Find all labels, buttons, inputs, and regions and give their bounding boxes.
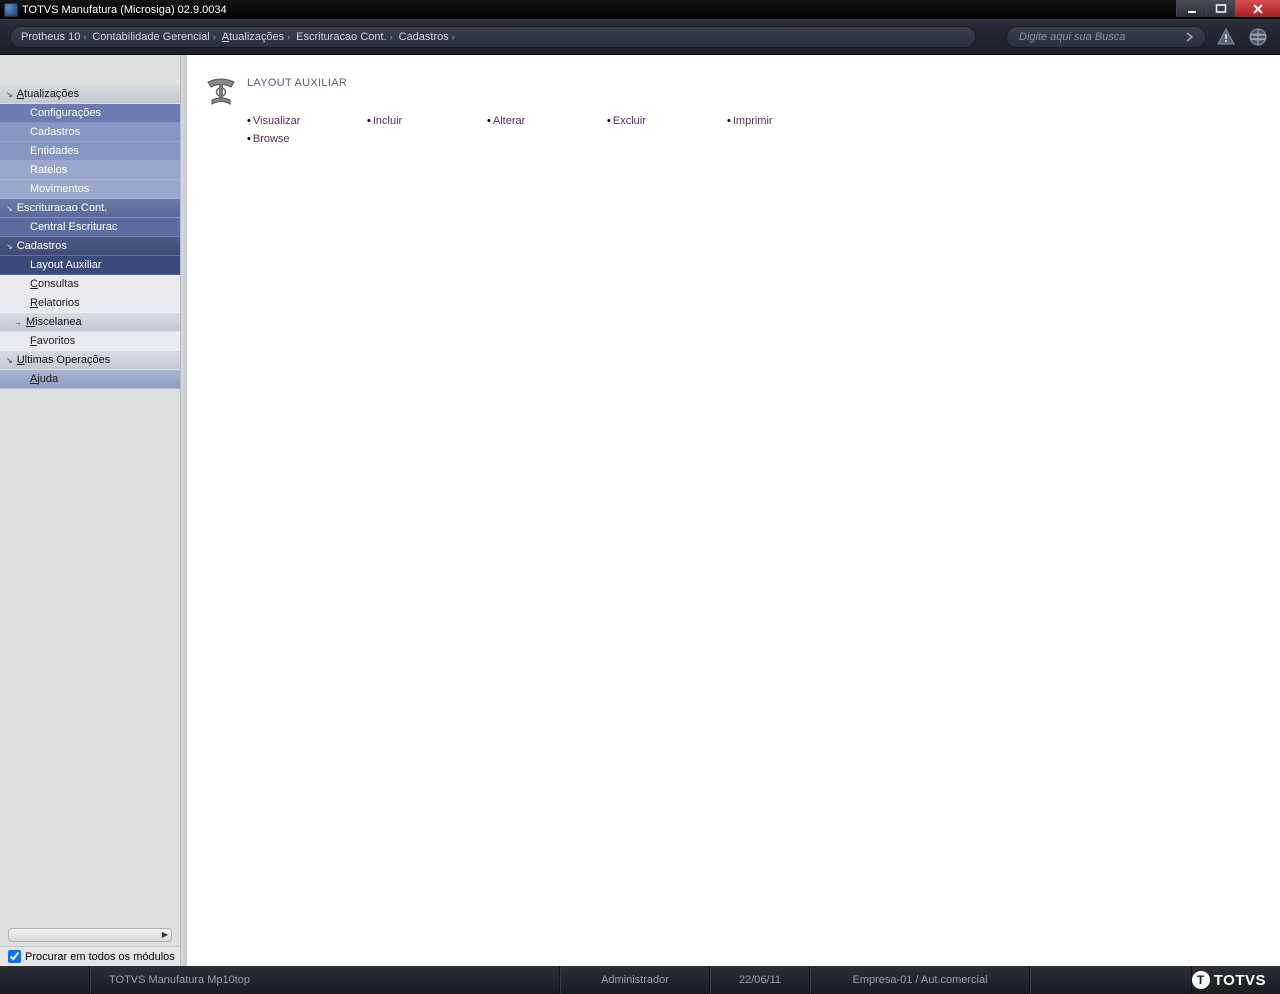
chevron-right-icon: › xyxy=(452,32,455,42)
nav-item-configuracoes[interactable]: Configurações xyxy=(0,104,180,123)
search-all-modules-checkbox[interactable] xyxy=(8,950,21,963)
nav-item-consultas[interactable]: Consultas xyxy=(0,275,180,294)
nav-group-cadastros[interactable]: ↘Cadastros xyxy=(0,237,180,256)
nav-item-layout-auxiliar[interactable]: Layout Auxiliar xyxy=(0,256,180,275)
totvs-logo-icon: T xyxy=(1192,971,1210,989)
nav-item-rateios[interactable]: Rateios xyxy=(0,161,180,180)
status-company: Empresa-01 / Aut.comercial xyxy=(810,966,1030,994)
nav-group-atualizacoes[interactable]: ↘Atualizações xyxy=(0,85,180,104)
action-excluir[interactable]: •Excluir xyxy=(607,115,727,127)
nav-group-escrituracao[interactable]: ↘Escrituracao Cont. xyxy=(0,199,180,218)
sidebar: ↘Atualizações Configurações Cadastros En… xyxy=(0,55,181,966)
search-input[interactable] xyxy=(1019,31,1181,43)
status-user: Administrador xyxy=(560,966,710,994)
breadcrumb-item-atualizacoes[interactable]: Atualizações› xyxy=(222,31,290,43)
chevron-right-icon: › xyxy=(390,32,393,42)
app-icon xyxy=(4,3,18,17)
chevron-down-icon: ↘ xyxy=(6,204,13,213)
statusbar: TOTVS Manufatura Mp10top Administrador 2… xyxy=(0,966,1280,994)
nav-item-central[interactable]: Central Escriturac xyxy=(0,218,180,237)
action-incluir[interactable]: •Incluir xyxy=(367,115,487,127)
action-list: •Visualizar •Incluir •Alterar •Excluir •… xyxy=(247,115,1264,145)
breadcrumb-item-escrituracao[interactable]: Escrituracao Cont.› xyxy=(296,31,392,43)
action-imprimir[interactable]: •Imprimir xyxy=(727,115,847,127)
chevron-down-icon: ↘ xyxy=(6,356,13,365)
search-all-modules-row: Procurar em todos os módulos xyxy=(0,946,180,966)
main-area: ↘Atualizações Configurações Cadastros En… xyxy=(0,55,1280,966)
nav-group-miscelanea[interactable]: →Miscelanea xyxy=(0,313,180,332)
nav-item-ajuda[interactable]: Ajuda xyxy=(0,370,180,389)
breadcrumb: Protheus 10› Contabilidade Gerencial› At… xyxy=(10,26,976,48)
globe-icon[interactable] xyxy=(1246,25,1270,49)
window-minimize-button[interactable] xyxy=(1176,0,1206,17)
status-date: 22/06/11 xyxy=(710,966,810,994)
search-box[interactable] xyxy=(1006,26,1206,48)
status-app: TOTVS Manufatura Mp10top xyxy=(90,966,560,994)
window-maximize-button[interactable] xyxy=(1206,0,1234,17)
breadcrumb-item-protheus[interactable]: Protheus 10› xyxy=(21,31,86,43)
action-visualizar[interactable]: •Visualizar xyxy=(247,115,367,127)
alert-icon[interactable] xyxy=(1214,25,1238,49)
totvs-logo: T TOTVS xyxy=(1192,971,1280,989)
content-panel: LAYOUT AUXILIAR •Visualizar •Incluir •Al… xyxy=(187,55,1280,966)
breadcrumb-item-cadastros[interactable]: Cadastros› xyxy=(399,31,455,43)
nav-tree: ↘Atualizações Configurações Cadastros En… xyxy=(0,85,180,389)
nav-item-entidades[interactable]: Entidades xyxy=(0,142,180,161)
chevron-down-icon: ↘ xyxy=(6,242,13,251)
chevron-down-icon: ↘ xyxy=(6,90,13,99)
status-fill xyxy=(1030,966,1192,994)
window-titlebar: TOTVS Manufatura (Microsiga) 02.9.0034 xyxy=(0,0,1280,19)
chevron-right-icon: › xyxy=(287,32,290,42)
toolbar: Protheus 10› Contabilidade Gerencial› At… xyxy=(0,19,1280,55)
nav-item-cadastros-sub[interactable]: Cadastros xyxy=(0,123,180,142)
status-start xyxy=(0,966,90,994)
breadcrumb-item-contabilidade[interactable]: Contabilidade Gerencial› xyxy=(92,31,215,43)
search-all-modules-label: Procurar em todos os módulos xyxy=(25,951,175,963)
content-title: LAYOUT AUXILIAR xyxy=(247,77,347,89)
module-icon xyxy=(203,75,239,111)
nav-item-movimentos[interactable]: Movimentos xyxy=(0,180,180,199)
action-browse[interactable]: •Browse xyxy=(247,133,367,145)
nav-item-relatorios[interactable]: Relatorios xyxy=(0,294,180,313)
nav-group-ultimas[interactable]: ↘Ultimas Operações xyxy=(0,351,180,370)
nav-item-favoritos[interactable]: Favoritos xyxy=(0,332,180,351)
totvs-logo-text: TOTVS xyxy=(1214,972,1266,989)
sidebar-hscroll[interactable] xyxy=(8,928,172,942)
search-go-icon[interactable] xyxy=(1181,28,1199,46)
window-title: TOTVS Manufatura (Microsiga) 02.9.0034 xyxy=(22,4,227,16)
action-alterar[interactable]: •Alterar xyxy=(487,115,607,127)
chevron-right-icon: › xyxy=(213,32,216,42)
chevron-right-icon: › xyxy=(83,32,86,42)
chevron-right-icon: → xyxy=(14,318,22,327)
window-close-button[interactable] xyxy=(1234,0,1280,17)
